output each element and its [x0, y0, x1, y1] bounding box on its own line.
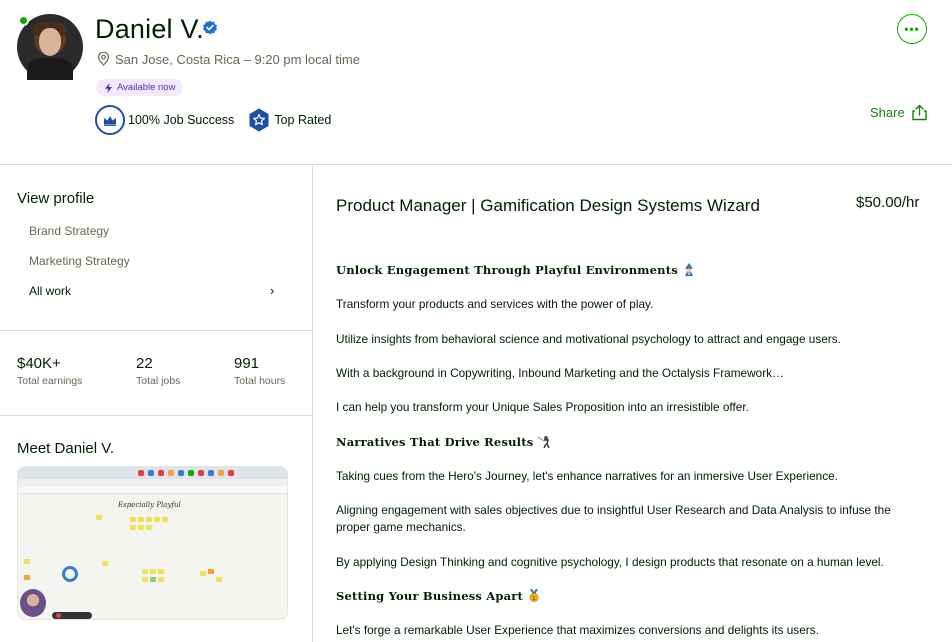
profile-header: Daniel V. San Jose, Costa Rica – 9:20 pm… [0, 0, 952, 165]
top-rated-star-icon [249, 108, 269, 132]
paragraph: With a background in Copywriting, Inboun… [336, 366, 784, 380]
sticky-note [200, 571, 206, 576]
tab-favicon-icon [228, 470, 234, 476]
paragraph: Taking cues from the Hero's Journey, let… [336, 469, 838, 483]
stat-total-hours-label: Total hours [234, 375, 286, 387]
stat-total-earnings-value: $40K+ [17, 355, 61, 372]
tab-favicon-icon [198, 470, 204, 476]
online-status-dot [18, 15, 29, 26]
paragraph: Transform your products and services wit… [336, 297, 654, 311]
sticky-note [216, 577, 222, 582]
sticky-note [24, 575, 30, 580]
chevron-right-icon[interactable]: › [270, 283, 274, 298]
tab-favicon-icon [218, 470, 224, 476]
sticky-note [158, 569, 164, 574]
tab-favicon-icon [178, 470, 184, 476]
sticky-note [146, 525, 152, 530]
sticky-note [102, 561, 108, 566]
video-bookmarks-bar [18, 487, 287, 494]
sticky-note [96, 515, 102, 520]
sidebar-item-brand-strategy[interactable]: Brand Strategy [29, 224, 109, 238]
sticky-note [138, 525, 144, 530]
availability-label: Available now [117, 82, 176, 93]
video-address-bar [18, 479, 287, 487]
sidebar-item-all-work[interactable]: All work [29, 284, 71, 298]
sticky-note [142, 577, 148, 582]
record-icon[interactable] [56, 613, 61, 618]
hourly-rate: $50.00/hr [856, 194, 920, 211]
sticky-note [158, 577, 164, 582]
divider [0, 415, 313, 416]
share-icon [912, 104, 927, 121]
paragraph: Let's forge a remarkable User Experience… [336, 623, 819, 637]
sticky-note [150, 577, 156, 582]
tab-favicon-icon [208, 470, 214, 476]
sticky-note [154, 517, 160, 522]
paragraph: Aligning engagement with sales objective… [336, 503, 891, 534]
stat-total-jobs-label: Total jobs [136, 375, 181, 387]
paragraph: Utilize insights from behavioral science… [336, 332, 841, 346]
job-success-crown-icon [95, 105, 125, 135]
section-heading-text: Unlock Engagement Through Playful Enviro… [336, 263, 678, 277]
section-heading: Setting Your Business Apart 1 [336, 589, 541, 603]
section-heading-text: Narratives That Drive Results [336, 435, 534, 449]
mage-emoji-icon [684, 263, 693, 276]
tab-favicon-icon [168, 470, 174, 476]
webcam-overlay [20, 589, 46, 617]
sticky-note [130, 525, 136, 530]
sidebar: View profile Brand Strategy Marketing St… [0, 165, 313, 642]
sticky-note [146, 517, 152, 522]
section-heading: Narratives That Drive Results [336, 435, 551, 449]
sticky-note [142, 569, 148, 574]
avatar-body [27, 58, 73, 80]
view-profile-title: View profile [17, 190, 95, 207]
svg-text:1: 1 [532, 596, 536, 602]
tab-favicon-icon [188, 470, 194, 476]
stat-total-hours-value: 991 [234, 355, 260, 372]
section-heading-text: Setting Your Business Apart [336, 589, 524, 603]
paragraph: By applying Design Thinking and cognitiv… [336, 555, 884, 569]
tab-favicon-icon [138, 470, 144, 476]
meet-title: Meet Daniel V. [17, 440, 115, 457]
fencer-emoji-icon [538, 436, 551, 448]
badges-row: 100% Job Success Top Rated [95, 105, 331, 135]
paragraph: I can help you transform your Unique Sal… [336, 400, 749, 414]
sticky-note [138, 517, 144, 522]
sticky-note [150, 569, 156, 574]
sidebar-item-marketing-strategy[interactable]: Marketing Strategy [29, 254, 130, 268]
video-board-title: Especially Playful [118, 501, 181, 509]
stat-total-earnings-label: Total earnings [17, 375, 83, 387]
medal-emoji-icon: 1 [529, 589, 539, 602]
avatar-face [39, 28, 61, 56]
job-success-label: 100% Job Success [128, 113, 235, 127]
sticky-note [208, 569, 214, 574]
profile-name: Daniel V. [95, 14, 204, 44]
lightning-icon [105, 82, 112, 93]
intro-video-thumbnail[interactable]: Especially Playful [17, 466, 288, 620]
tab-favicon-icon [158, 470, 164, 476]
availability-badge: Available now [96, 79, 184, 96]
section-heading: Unlock Engagement Through Playful Enviro… [336, 263, 696, 277]
top-rated-label: Top Rated [274, 113, 332, 127]
share-button[interactable]: Share [870, 104, 928, 121]
verified-badge-icon [203, 20, 217, 35]
chart-donut-icon [62, 566, 78, 582]
divider [0, 330, 313, 331]
tab-favicon-icon [148, 470, 154, 476]
share-label: Share [870, 105, 905, 120]
location-pin-icon [97, 52, 110, 66]
sticky-note [24, 559, 30, 564]
more-options-button[interactable]: ••• [897, 14, 927, 44]
stat-total-jobs-value: 22 [136, 355, 153, 372]
profile-headline: Product Manager | Gamification Design Sy… [336, 196, 760, 215]
sticky-note [162, 517, 168, 522]
sticky-note [130, 517, 136, 522]
location-time: San Jose, Costa Rica – 9:20 pm local tim… [115, 52, 360, 67]
